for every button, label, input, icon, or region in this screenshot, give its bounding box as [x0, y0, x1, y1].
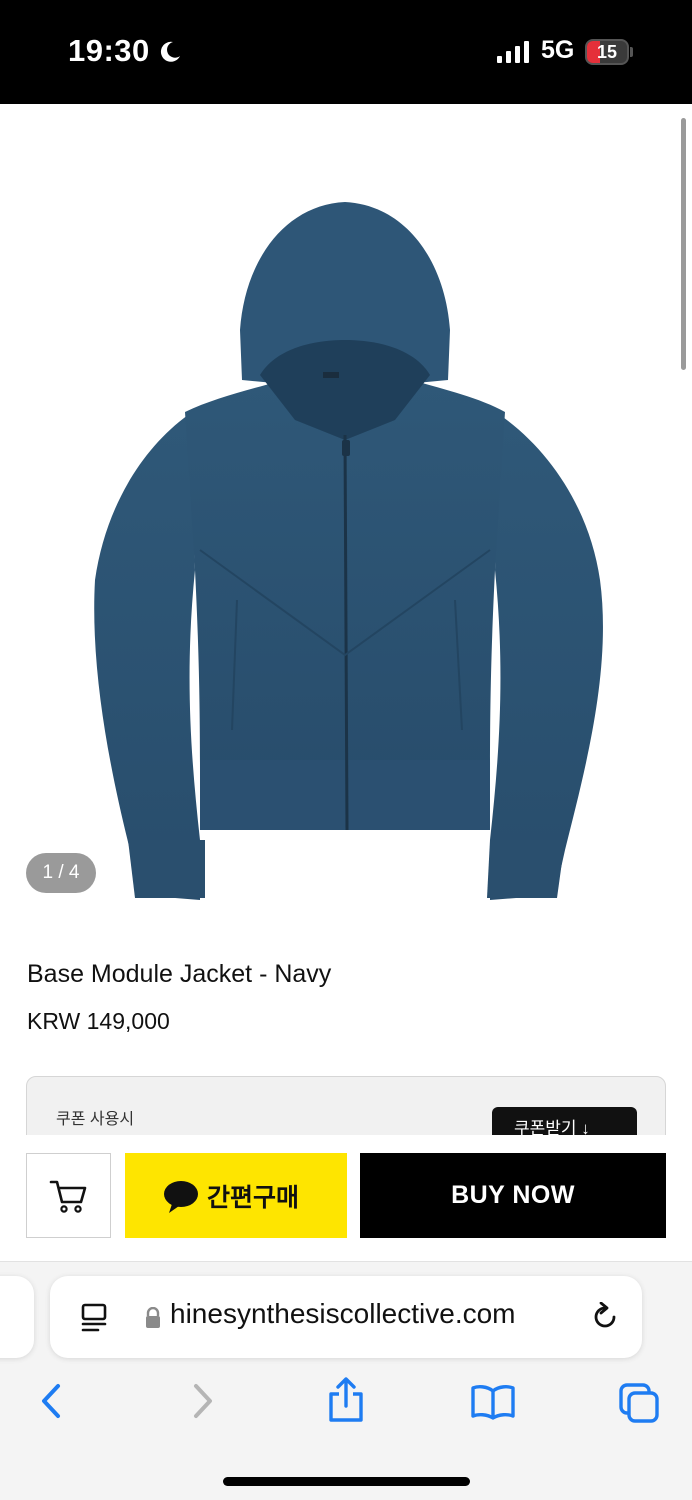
- back-icon[interactable]: [36, 1382, 66, 1420]
- lock-icon: [146, 1307, 160, 1328]
- battery-level: 15: [596, 42, 618, 62]
- url-text[interactable]: hinesynthesiscollective.com: [170, 1298, 516, 1330]
- reader-icon[interactable]: [80, 1303, 108, 1333]
- previous-tab[interactable]: [0, 1276, 34, 1358]
- cart-icon: [49, 1180, 87, 1213]
- add-to-cart-button[interactable]: [26, 1153, 111, 1238]
- reload-icon[interactable]: [590, 1302, 620, 1332]
- address-bar[interactable]: hinesynthesiscollective.com: [50, 1276, 642, 1358]
- status-time: 19:30: [68, 33, 150, 68]
- chat-bubble-icon: [164, 1181, 198, 1213]
- product-image[interactable]: [0, 150, 692, 920]
- buy-now-button[interactable]: BUY NOW: [360, 1153, 666, 1238]
- moon-icon: [160, 41, 180, 62]
- forward-icon[interactable]: [188, 1382, 218, 1420]
- product-price: KRW 149,000: [27, 1008, 170, 1034]
- bookmarks-icon[interactable]: [470, 1384, 516, 1420]
- buy-bar: 간편구매 BUY NOW: [0, 1135, 692, 1262]
- kakao-pay-label: 간편구매: [207, 1184, 300, 1212]
- signal-icon: [497, 41, 529, 63]
- tabs-icon[interactable]: [617, 1382, 661, 1424]
- share-icon[interactable]: [326, 1377, 366, 1423]
- battery-icon: 15: [585, 39, 629, 65]
- network-type: 5G: [541, 36, 575, 64]
- image-counter: 1 / 4: [26, 853, 96, 893]
- coupon-label: 쿠폰 사용시: [56, 1111, 135, 1128]
- home-indicator[interactable]: [223, 1477, 470, 1486]
- status-bar: 19:30 5G 15: [0, 0, 692, 104]
- product-title: Base Module Jacket - Navy: [27, 960, 332, 988]
- kakao-pay-button[interactable]: 간편구매: [125, 1153, 347, 1238]
